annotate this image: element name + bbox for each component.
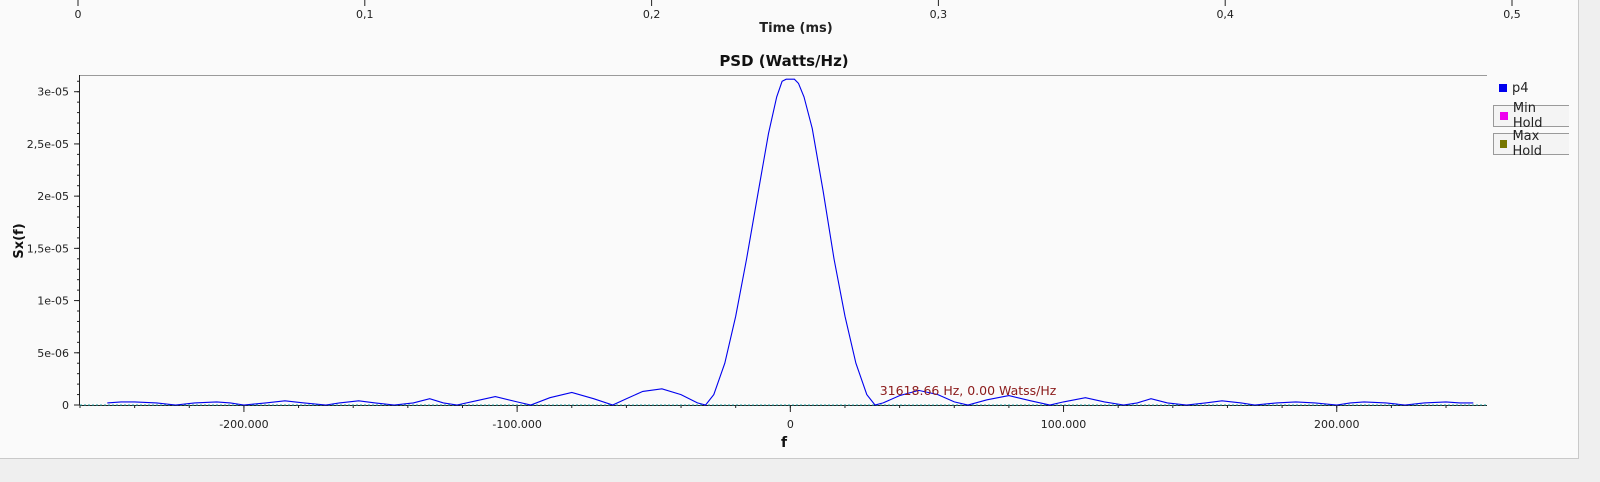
y-tick-label: 2,5e-05 [27, 138, 69, 151]
legend-item-max-hold[interactable]: Max Hold [1493, 129, 1569, 159]
x-axis-label: f [781, 435, 788, 451]
y-tick-label: 1,5e-05 [27, 242, 69, 255]
y-axis-label: Sx(f) [12, 223, 27, 258]
x-tick-label: 0 [787, 418, 794, 431]
time-axis-label: Time (ms) [759, 21, 832, 36]
x-axis: -200.000 -100.000 0 100.000 200.000 [79, 405, 1447, 431]
time-tick-label: 0,1 [356, 8, 374, 21]
time-tick-label: 0,4 [1216, 8, 1234, 21]
time-tick-label: 0,3 [930, 8, 948, 21]
y-tick-label: 2e-05 [37, 190, 69, 203]
chart-title: PSD (Watts/Hz) [719, 52, 848, 70]
x-tick-label: -200.000 [219, 418, 268, 431]
x-tick-label: 200.000 [1314, 418, 1360, 431]
time-tick-label: 0,2 [643, 8, 661, 21]
legend-label-max-hold: Max Hold [1512, 129, 1543, 159]
series-p4-line [107, 78, 1474, 406]
time-axis: 0 0,1 0,2 0,3 0,4 0,5 [75, 0, 1521, 21]
cursor-readout: 31618.66 Hz, 0.00 Watss/Hz [880, 383, 1057, 398]
x-tick-label: -100.000 [492, 418, 541, 431]
x-tick-label: 100.000 [1041, 418, 1087, 431]
legend-item-p4[interactable]: p4 [1493, 77, 1569, 99]
legend-swatch-min-hold [1500, 112, 1508, 120]
y-tick-label: 0 [62, 399, 69, 412]
y-tick-label: 3e-05 [37, 86, 69, 99]
legend-swatch-p4 [1499, 84, 1507, 92]
y-axis: 0 5e-06 1e-05 1,5e-05 2e-05 2,5e-05 3e-05 [27, 80, 80, 412]
y-tick-label: 5e-06 [37, 347, 69, 360]
legend-item-min-hold[interactable]: Min Hold [1493, 101, 1569, 131]
y-tick-label: 1e-05 [37, 295, 69, 308]
legend-label-p4: p4 [1512, 80, 1529, 96]
time-tick-label: 0,5 [1503, 8, 1521, 21]
time-tick-label: 0 [75, 8, 82, 21]
legend-swatch-max-hold [1500, 140, 1508, 148]
legend-label-min-hold: Min Hold [1512, 101, 1543, 131]
psd-chart: 0 0,1 0,2 0,3 0,4 0,5 Time (ms) PSD (Watts/Hz… [12, 0, 1521, 451]
